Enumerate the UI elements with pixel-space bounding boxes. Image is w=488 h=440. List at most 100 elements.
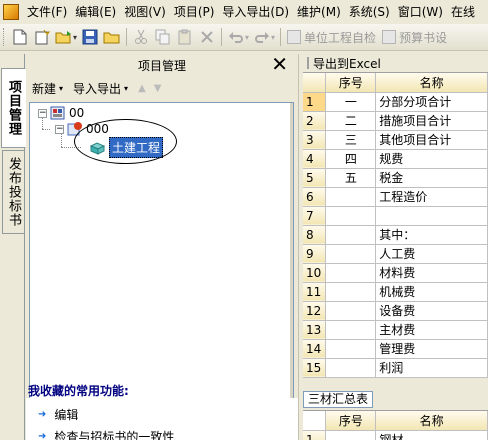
cell-seq[interactable]: 二 [325,111,377,131]
menu-online[interactable]: 在线 [447,0,479,24]
cell-name[interactable]: 利润 [375,358,488,378]
cell-seq[interactable] [325,206,377,226]
cell-name[interactable]: 工程造价 [375,187,488,207]
cell-name[interactable]: 管理费 [375,339,488,359]
tree-node-root[interactable]: − 00 [38,105,84,121]
cell-seq[interactable] [325,282,377,302]
toolbar-grip[interactable] [3,28,6,46]
folder-icon[interactable] [101,26,123,48]
cell-seq[interactable] [325,301,377,321]
cell-name[interactable] [375,206,488,226]
column-header-name[interactable]: 名称 [375,73,488,93]
cell-name[interactable]: 税金 [375,168,488,188]
cell-name[interactable]: 机械费 [375,282,488,302]
budget-settings-button[interactable]: 预算书设 [379,26,450,48]
cell-seq[interactable] [325,339,377,359]
table-row[interactable]: 15 利润 [303,358,488,378]
table-row[interactable]: 2 二措施项目合计 [303,111,488,131]
new-menu-button[interactable]: 新建 ▾ [32,80,63,97]
cell-name[interactable]: 材料费 [375,263,488,283]
cell-seq[interactable] [325,430,377,440]
copy-icon[interactable] [152,26,174,48]
cell-name[interactable]: 主材费 [375,320,488,340]
cell-name[interactable]: 分部分项合计 [375,92,488,112]
cell-seq[interactable]: 五 [325,168,377,188]
table-row[interactable]: 3 三其他项目合计 [303,130,488,150]
collapse-icon[interactable]: − [38,108,47,118]
cell-seq[interactable] [325,358,377,378]
undo-dropdown-icon[interactable]: ▾ [245,33,249,42]
cell-seq[interactable] [325,187,377,207]
menu-edit[interactable]: 编辑(E) [71,0,120,24]
cell-seq[interactable]: 四 [325,149,377,169]
cell-name[interactable]: 其中： [375,225,488,245]
collapse-icon[interactable]: − [55,124,64,134]
cell-name[interactable]: 人工费 [375,244,488,264]
favorite-item-edit[interactable]: ➜ 编辑 [38,406,78,423]
cell-seq[interactable] [325,263,377,283]
unit-check-button[interactable]: 单位工程自检 [284,26,379,48]
tab-release-bid[interactable]: 发布投标书 [2,150,24,234]
tab-project-management[interactable]: 项目管理 [1,68,26,148]
tree-connector [42,129,50,130]
table-row[interactable]: 10 材料费 [303,263,488,283]
redo-dropdown-icon[interactable]: ▾ [271,33,275,42]
menu-system[interactable]: 系统(S) [345,0,394,24]
table-row[interactable]: 5 五税金 [303,168,488,188]
open-folder-icon[interactable] [53,26,75,48]
table-row[interactable]: 11 机械费 [303,282,488,302]
tab-material-summary[interactable]: 三材汇总表 [303,390,374,408]
table-row[interactable]: 7 [303,206,488,226]
menu-view[interactable]: 视图(V) [120,0,170,24]
cell-name[interactable]: 措施项目合计 [375,111,488,131]
table-row[interactable]: 1 钢材 [303,430,488,440]
material-summary-tab[interactable]: 三材汇总表 [303,390,374,408]
menu-maintain[interactable]: 维护(M) [293,0,345,24]
panel-header: 项目管理 ✕ [26,54,298,76]
tab-release-bid-label: 发布投标书 [6,157,21,227]
save-icon[interactable] [79,26,101,48]
column-header-seq[interactable]: 序号 [325,411,377,431]
cell-name[interactable]: 设备费 [375,301,488,321]
table-row[interactable]: 1 一分部分项合计 [303,92,488,112]
favorite-item-label: 编辑 [54,408,79,422]
move-down-icon[interactable]: ▼ [154,83,162,94]
cell-seq[interactable]: 三 [325,130,377,150]
cell-seq[interactable]: 一 [325,92,377,112]
table-row[interactable]: 12 设备费 [303,301,488,321]
export-excel-button[interactable]: 导出到Excel [303,54,381,72]
cell-seq[interactable] [325,320,377,340]
menu-project[interactable]: 项目(P) [170,0,219,24]
table-row[interactable]: 4 四规费 [303,149,488,169]
tree-scrollbar[interactable] [290,103,293,423]
table-row[interactable]: 8 其中： [303,225,488,245]
column-header-seq[interactable]: 序号 [325,73,377,93]
new-project-icon[interactable] [31,26,53,48]
table-row[interactable]: 14 管理费 [303,339,488,359]
delete-icon[interactable] [196,26,218,48]
close-icon[interactable]: ✕ [271,54,288,74]
import-export-menu-button[interactable]: 导入导出 ▾ [73,80,128,97]
table-row[interactable]: 13 主材费 [303,320,488,340]
cell-name[interactable]: 钢材 [375,430,488,440]
cell-name[interactable]: 规费 [375,149,488,169]
row-number: 13 [303,320,327,340]
favorite-item-check-consistency[interactable]: ➜ 检查与招标书的一致性 [38,428,174,440]
paste-icon[interactable] [174,26,196,48]
undo-icon[interactable] [225,26,247,48]
panel-toolbar: 新建 ▾ 导入导出 ▾ ▲ ▼ [26,76,298,100]
redo-icon[interactable] [251,26,273,48]
column-header-name[interactable]: 名称 [375,411,488,431]
menu-window[interactable]: 窗口(W) [394,0,447,24]
table-row[interactable]: 9 人工费 [303,244,488,264]
cell-seq[interactable] [325,244,377,264]
menu-import-export[interactable]: 导入导出(D) [218,0,293,24]
cut-icon[interactable] [130,26,152,48]
new-file-icon[interactable] [9,26,31,48]
menu-file[interactable]: 文件(F) [23,0,71,24]
cell-seq[interactable] [325,225,377,245]
table-row[interactable]: 6 工程造价 [303,187,488,207]
cell-name[interactable]: 其他项目合计 [375,130,488,150]
move-up-icon[interactable]: ▲ [138,83,146,94]
open-dropdown-icon[interactable]: ▾ [73,33,77,42]
